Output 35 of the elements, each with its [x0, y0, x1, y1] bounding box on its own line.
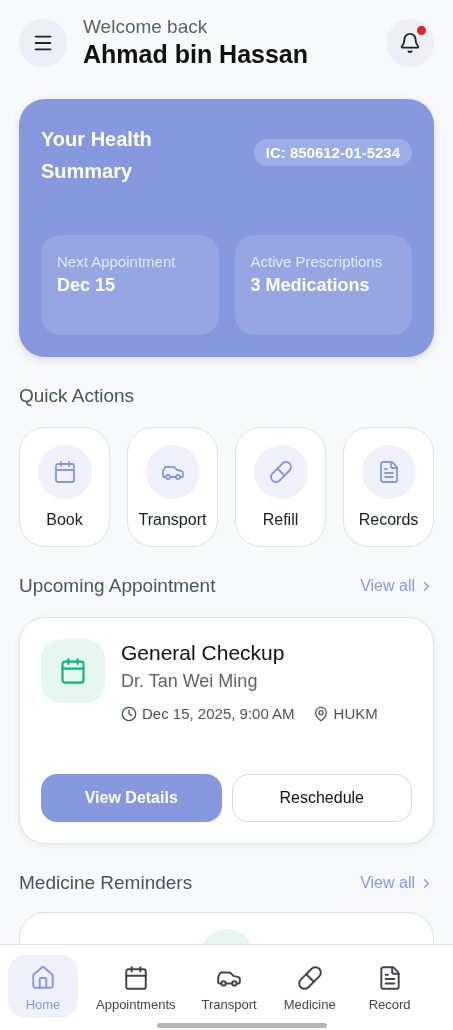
nav-tab[interactable]: Record — [354, 955, 425, 1018]
location-pin-icon — [312, 705, 329, 722]
nav-tab[interactable]: Appointments — [88, 955, 184, 1018]
card-title: Your Health Summary — [41, 127, 153, 184]
calendar-icon — [122, 965, 149, 991]
quick-action-button[interactable]: Refill — [235, 427, 326, 547]
ic-badge: IC: 850612-01-5234 — [253, 139, 412, 166]
clock-icon — [121, 705, 137, 722]
notification-button[interactable] — [386, 18, 434, 67]
section-title: Quick Actions — [19, 385, 135, 407]
doctor-name: Dr. Tan Wei Ming — [121, 670, 259, 693]
stat-value: Dec 15 — [57, 274, 117, 297]
appointment-time: Dec 15, 2025, 9:00 AM — [142, 705, 295, 722]
quick-action-button[interactable]: Book — [19, 427, 110, 547]
appointment-title: General Checkup — [121, 640, 286, 666]
pill-icon — [268, 460, 293, 484]
nav-tab[interactable]: Transport — [193, 955, 265, 1018]
appointment-location: HUKM — [333, 705, 378, 722]
stat-label: Active Prescriptions — [250, 252, 384, 272]
home-icon — [30, 965, 56, 991]
calendar-icon — [52, 460, 77, 484]
bell-icon — [399, 31, 421, 54]
stat-label: Next Appointment — [57, 252, 177, 272]
quick-action-button[interactable]: Transport — [127, 427, 218, 547]
nav-tab[interactable]: Medicine — [274, 955, 345, 1018]
stat-value: 3 Medications — [250, 274, 371, 297]
greeting: Welcome back — [83, 16, 209, 38]
calendar-icon — [59, 657, 87, 685]
user-name: Ahmad bin Hassan — [83, 40, 310, 69]
quick-action-button[interactable]: Records — [343, 427, 434, 547]
section-title: Upcoming Appointment — [19, 575, 216, 597]
section-title: Medicine Reminders — [19, 872, 193, 894]
pill-icon — [296, 965, 323, 991]
reschedule-button[interactable]: Reschedule — [231, 774, 412, 822]
menu-button[interactable] — [19, 18, 67, 67]
